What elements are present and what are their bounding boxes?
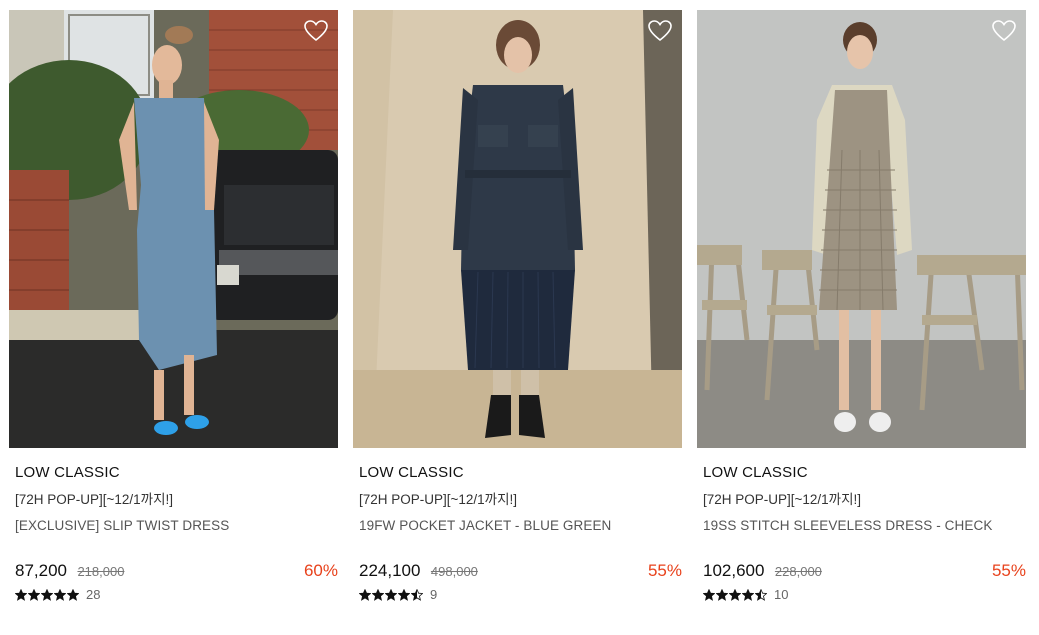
- event-label: [72H POP-UP][~12/1까지!]: [703, 492, 862, 507]
- star-icon: [359, 589, 371, 601]
- star-rating: [703, 589, 767, 601]
- product-card[interactable]: LOW CLASSIC [72H POP-UP][~12/1까지!] [EXCL…: [9, 10, 338, 603]
- wishlist-heart-icon[interactable]: [304, 20, 328, 42]
- original-price: 498,000: [430, 564, 478, 579]
- star-icon: [411, 589, 423, 601]
- star-icon: [15, 589, 27, 601]
- wishlist-heart-icon[interactable]: [648, 20, 672, 42]
- star-icon: [729, 589, 741, 601]
- discount-rate: 60%: [303, 561, 338, 580]
- discount-rate: 55%: [991, 561, 1026, 580]
- rating-row: 28: [15, 587, 338, 603]
- sale-price: 102,600: [703, 561, 765, 580]
- star-icon: [742, 589, 754, 601]
- star-rating: [359, 589, 423, 601]
- rating-row: 10: [703, 587, 1026, 603]
- star-icon: [398, 589, 410, 601]
- rating-row: 9: [359, 587, 682, 603]
- event-label: [72H POP-UP][~12/1까지!]: [15, 492, 174, 507]
- star-icon: [755, 589, 767, 601]
- original-price: 228,000: [774, 564, 822, 579]
- brand-name[interactable]: LOW CLASSIC: [703, 463, 1026, 483]
- star-icon: [67, 589, 79, 601]
- discount-rate: 55%: [647, 561, 682, 580]
- star-icon: [28, 589, 40, 601]
- star-icon: [41, 589, 53, 601]
- price-row: 87,200 218,000 60%: [15, 560, 338, 582]
- star-rating: [15, 589, 79, 601]
- brand-name[interactable]: LOW CLASSIC: [15, 463, 338, 483]
- star-icon: [54, 589, 66, 601]
- product-image[interactable]: [353, 10, 682, 448]
- product-image[interactable]: [9, 10, 338, 448]
- review-count: 28: [86, 587, 101, 602]
- star-icon: [385, 589, 397, 601]
- product-name[interactable]: 19SS STITCH SLEEVELESS DRESS - CHECK: [703, 517, 1026, 535]
- brand-name[interactable]: LOW CLASSIC: [359, 463, 682, 483]
- star-icon: [716, 589, 728, 601]
- wishlist-heart-icon[interactable]: [992, 20, 1016, 42]
- review-count: 9: [430, 587, 438, 602]
- product-name[interactable]: [EXCLUSIVE] SLIP TWIST DRESS: [15, 517, 338, 535]
- product-image[interactable]: [697, 10, 1026, 448]
- original-price: 218,000: [77, 564, 125, 579]
- event-label: [72H POP-UP][~12/1까지!]: [359, 492, 518, 507]
- sale-price: 224,100: [359, 561, 421, 580]
- star-icon: [372, 589, 384, 601]
- star-icon: [703, 589, 715, 601]
- product-name[interactable]: 19FW POCKET JACKET - BLUE GREEN: [359, 517, 682, 535]
- price-row: 102,600 228,000 55%: [703, 560, 1026, 582]
- review-count: 10: [774, 587, 789, 602]
- sale-price: 87,200: [15, 561, 67, 580]
- product-card[interactable]: LOW CLASSIC [72H POP-UP][~12/1까지!] 19FW …: [353, 10, 682, 603]
- price-row: 224,100 498,000 55%: [359, 560, 682, 582]
- product-card[interactable]: LOW CLASSIC [72H POP-UP][~12/1까지!] 19SS …: [697, 10, 1026, 603]
